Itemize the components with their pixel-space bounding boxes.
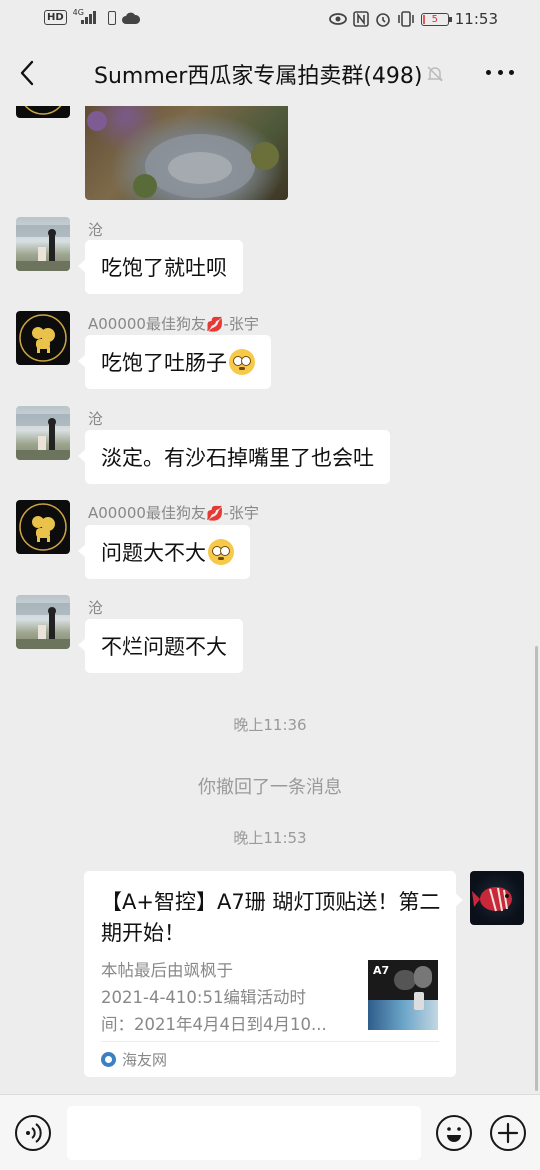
message-bubble[interactable]: 吃饱了吐肠子	[78, 335, 271, 389]
kiss-lips-icon: 💋	[205, 317, 224, 333]
plus-icon[interactable]	[490, 1115, 526, 1151]
cloud-icon	[121, 12, 140, 24]
status-time: 11:53	[454, 10, 498, 28]
nfc-icon	[352, 11, 369, 27]
card-source-label: 海友网	[122, 1051, 168, 1069]
vibrate-icon	[397, 11, 414, 27]
timestamp-label: 晚上11:53	[233, 829, 307, 847]
message-input[interactable]	[67, 1106, 421, 1160]
thumb-label: A7	[373, 964, 390, 977]
status-left: HD 4G	[44, 8, 140, 25]
chat-title: Summer西瓜家专属拍卖群(498)	[94, 64, 423, 89]
message-bubble[interactable]: 不烂问题不大	[78, 619, 243, 673]
voice-icon[interactable]	[15, 1115, 51, 1151]
dog-avatar[interactable]	[16, 500, 70, 554]
network-type: 4G	[72, 8, 84, 17]
more-dots-icon[interactable]	[486, 70, 514, 78]
card-title: 【A+智控】A7珊 瑚灯顶贴送！第二期开始！	[101, 890, 441, 945]
card-thumbnail: A7	[368, 960, 438, 1030]
message-text: 吃饱了就吐呗	[101, 256, 227, 280]
battery-saver-icon	[107, 10, 116, 25]
message-text: 吃饱了吐肠子	[101, 351, 227, 375]
message-bubble[interactable]: 淡定。有沙石掉嘴里了也会吐	[78, 430, 390, 484]
card-source: 海友网	[101, 1049, 167, 1070]
eye-icon	[328, 13, 347, 25]
image-message[interactable]	[85, 106, 288, 200]
battery-level: 5	[431, 13, 438, 25]
emoji-icon[interactable]	[436, 1115, 472, 1151]
source-logo-icon	[101, 1052, 116, 1067]
status-bar: HD 4G 5 11:53	[0, 0, 540, 40]
cang-avatar[interactable]	[16, 595, 70, 649]
recall-notice: 你撤回了一条消息	[198, 777, 342, 798]
cang-avatar[interactable]	[16, 217, 70, 271]
message-text: 淡定。有沙石掉嘴里了也会吐	[101, 446, 374, 470]
timestamp-label: 晚上11:36	[233, 716, 307, 734]
cang-avatar[interactable]	[16, 406, 70, 460]
fish-avatar[interactable]	[470, 871, 524, 925]
link-card[interactable]: 【A+智控】A7珊 瑚灯顶贴送！第二期开始！ 本帖最后由飒枫于 2021-4-4…	[84, 871, 463, 1077]
flushed-face-icon	[229, 349, 255, 375]
message-sender: 沧	[88, 410, 104, 428]
kiss-lips-icon: 💋	[205, 506, 224, 522]
hd-icon: HD	[44, 10, 67, 25]
scrollbar[interactable]	[535, 646, 538, 1091]
input-bar	[0, 1094, 540, 1170]
battery-fill	[422, 14, 425, 24]
message-sender: 沧	[88, 221, 104, 239]
flushed-face-icon	[208, 539, 234, 565]
message-text: 问题大不大	[101, 541, 206, 565]
battery-icon: 5	[420, 12, 452, 26]
chevron-left-icon[interactable]	[14, 56, 44, 90]
signal-icon: 4G	[72, 8, 96, 24]
bell-off-icon	[427, 66, 443, 82]
alarm-icon	[375, 13, 390, 27]
status-right: 5 11:53	[328, 10, 498, 28]
message-bubble[interactable]: 问题大不大	[78, 525, 250, 579]
message-sender: 沧	[88, 599, 104, 617]
card-divider	[101, 1041, 439, 1042]
message-text: 不烂问题不大	[101, 635, 227, 659]
message-bubble[interactable]: 吃饱了就吐呗	[78, 240, 243, 294]
message-sender: A00000最佳狗友💋-张宇	[88, 315, 259, 333]
message-list[interactable]: 沧 吃饱了就吐呗 A00000最佳狗友💋-张宇 吃饱了吐肠子 沧 淡定。有沙石掉…	[0, 106, 540, 1094]
chat-header: Summer西瓜家专属拍卖群(498)	[0, 40, 540, 106]
dog-avatar[interactable]	[16, 106, 70, 118]
dog-avatar[interactable]	[16, 311, 70, 365]
message-sender: A00000最佳狗友💋-张宇	[88, 504, 259, 522]
card-description: 本帖最后由飒枫于 2021-4-410:51编辑活动时 间：2021年4月4日到…	[101, 961, 327, 1034]
